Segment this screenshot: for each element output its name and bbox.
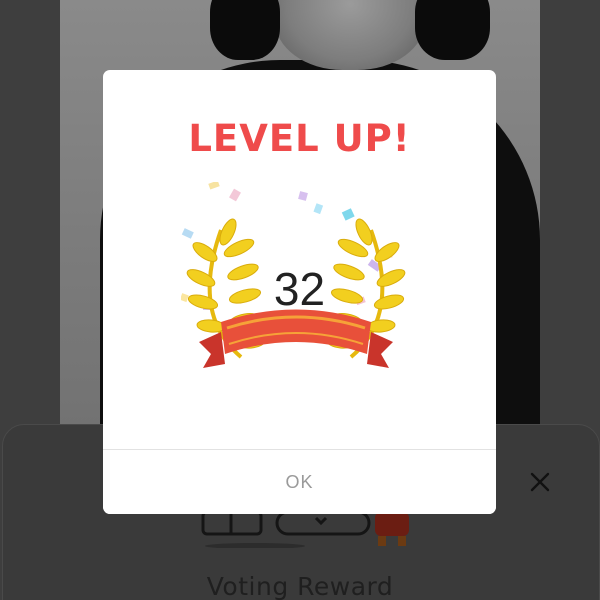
photo-hair-left (210, 0, 280, 60)
level-up-screen: Voting Reward LEVEL UP! 32 OK (0, 0, 600, 600)
level-number: 32 (273, 263, 326, 315)
ribbon-banner-icon (199, 309, 393, 368)
level-up-dialog: LEVEL UP! 32 OK (103, 70, 496, 514)
close-icon (530, 472, 550, 492)
ok-button[interactable]: OK (103, 450, 496, 514)
photo-hair-right (415, 0, 490, 60)
reward-illustration (201, 512, 409, 548)
sheet-title: Voting Reward (206, 572, 394, 600)
close-button[interactable] (520, 462, 560, 502)
dialog-title: LEVEL UP! (188, 117, 411, 160)
